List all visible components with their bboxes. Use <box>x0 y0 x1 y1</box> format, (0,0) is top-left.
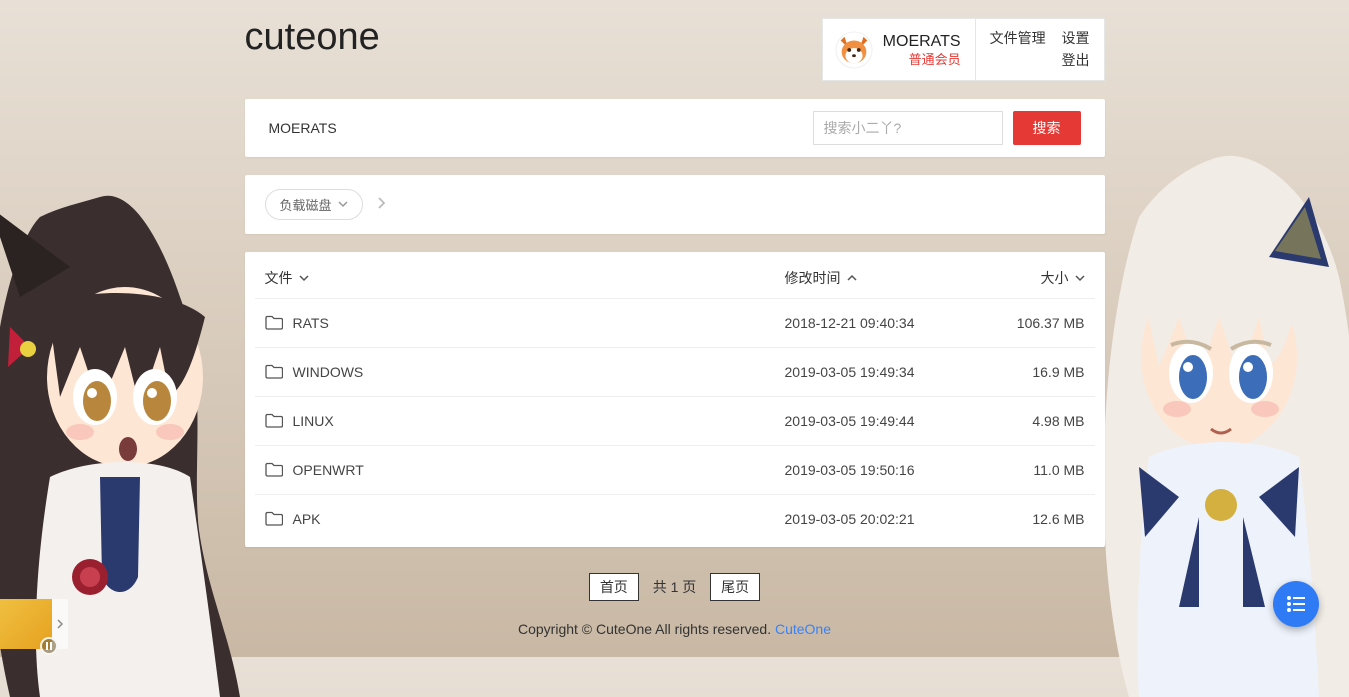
file-row[interactable]: OPENWRT 2019-03-05 19:50:1611.0 MB <box>255 445 1095 494</box>
folder-icon <box>265 364 283 379</box>
chevron-down-icon <box>338 199 348 209</box>
sort-by-name[interactable]: 文件 <box>265 268 785 288</box>
footer: Copyright © CuteOne All rights reserved.… <box>245 621 1105 657</box>
chevron-down-icon <box>1075 273 1085 283</box>
folder-icon <box>265 413 283 428</box>
file-list: 文件 修改时间 大小 RATS 2018-12-21 09:40:34106.37… <box>245 252 1105 547</box>
user-info-box: MOERATS 普通会员 <box>822 18 975 81</box>
pager-total: 共 1 页 <box>643 574 707 600</box>
file-time: 2018-12-21 09:40:34 <box>785 315 985 331</box>
col-time-label: 修改时间 <box>785 268 841 288</box>
footer-text: Copyright © CuteOne All rights reserved. <box>518 621 775 637</box>
file-time: 2019-03-05 19:49:44 <box>785 413 985 429</box>
logo: cuteone <box>245 18 380 56</box>
chevron-down-icon <box>299 273 309 283</box>
file-row[interactable]: APK 2019-03-05 20:02:2112.6 MB <box>255 494 1095 543</box>
search-bar: MOERATS 搜索 <box>245 99 1105 157</box>
folder-icon <box>265 462 283 477</box>
user-name: MOERATS <box>883 32 961 53</box>
file-name: APK <box>293 511 321 527</box>
current-disk-label: MOERATS <box>269 120 337 136</box>
folder-icon <box>265 511 283 526</box>
file-row[interactable]: RATS 2018-12-21 09:40:34106.37 MB <box>255 298 1095 347</box>
file-name: RATS <box>293 315 329 331</box>
col-size-label: 大小 <box>1041 268 1069 288</box>
chevron-right-icon <box>57 619 63 629</box>
nav-settings[interactable]: 设置 <box>1062 30 1090 46</box>
breadcrumb-bar: 负载磁盘 <box>245 175 1105 234</box>
file-size: 11.0 MB <box>985 462 1085 478</box>
footer-link[interactable]: CuteOne <box>775 621 831 637</box>
pager-first[interactable]: 首页 <box>589 573 639 601</box>
file-row[interactable]: WINDOWS 2019-03-05 19:49:3416.9 MB <box>255 347 1095 396</box>
nav-logout[interactable]: 登出 <box>1062 52 1090 68</box>
chevron-right-icon <box>377 197 385 212</box>
file-size: 16.9 MB <box>985 364 1085 380</box>
folder-icon <box>265 315 283 330</box>
file-row[interactable]: LINUX 2019-03-05 19:49:444.98 MB <box>255 396 1095 445</box>
file-name: WINDOWS <box>293 364 364 380</box>
music-player-widget[interactable] <box>0 599 68 649</box>
fab-menu-button[interactable] <box>1273 581 1319 627</box>
sort-by-time[interactable]: 修改时间 <box>785 268 985 288</box>
chevron-up-icon <box>847 273 857 283</box>
pause-icon[interactable] <box>40 637 58 655</box>
file-time: 2019-03-05 19:50:16 <box>785 462 985 478</box>
file-size: 4.98 MB <box>985 413 1085 429</box>
search-input[interactable] <box>813 111 1003 145</box>
user-role: 普通会员 <box>883 52 961 69</box>
pagination: 首页 共 1 页 尾页 <box>245 565 1105 621</box>
col-name-label: 文件 <box>265 268 293 288</box>
fox-avatar-icon <box>835 31 873 69</box>
file-time: 2019-03-05 20:02:21 <box>785 511 985 527</box>
load-disk-dropdown[interactable]: 负载磁盘 <box>265 189 363 220</box>
search-button[interactable]: 搜索 <box>1013 111 1081 145</box>
load-disk-label: 负载磁盘 <box>280 195 332 214</box>
header-menu: 文件管理 设置 登出 <box>975 18 1105 81</box>
pager-last[interactable]: 尾页 <box>710 573 760 601</box>
file-size: 106.37 MB <box>985 315 1085 331</box>
nav-file-management[interactable]: 文件管理 <box>990 30 1046 46</box>
file-name: OPENWRT <box>293 462 364 478</box>
file-size: 12.6 MB <box>985 511 1085 527</box>
file-list-header: 文件 修改时间 大小 <box>245 252 1105 298</box>
list-icon <box>1286 596 1306 612</box>
file-name: LINUX <box>293 413 334 429</box>
sort-by-size[interactable]: 大小 <box>985 268 1085 288</box>
music-cover <box>0 599 52 649</box>
file-time: 2019-03-05 19:49:34 <box>785 364 985 380</box>
